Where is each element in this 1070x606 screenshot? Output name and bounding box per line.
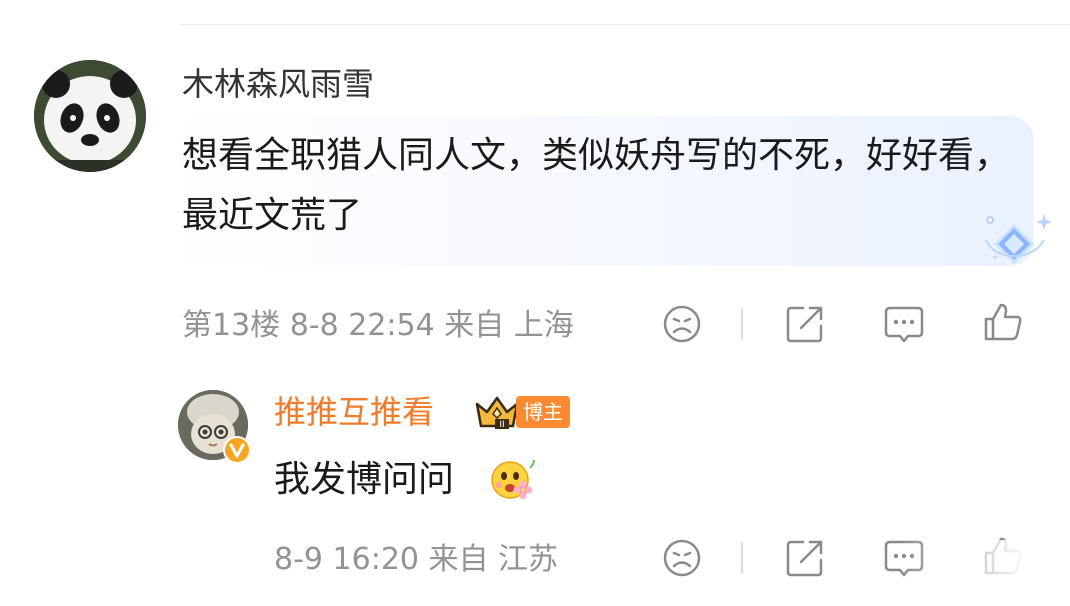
commenter-username[interactable]: 木林森风雨雪 bbox=[182, 64, 374, 104]
bottom-right-fade bbox=[900, 540, 1070, 606]
comment-text: 想看全职猎人同人文，类似妖舟写的不死，好好看，最近文荒了 bbox=[182, 135, 1011, 236]
sad-face-icon[interactable] bbox=[660, 302, 704, 346]
comment-meta: 第13楼 8-8 22:54 来自 上海 bbox=[182, 308, 574, 343]
sad-face-icon[interactable] bbox=[660, 536, 704, 580]
action-separator bbox=[741, 542, 743, 574]
like-icon[interactable] bbox=[981, 300, 1025, 344]
flower-emoji-icon bbox=[491, 459, 535, 500]
action-separator bbox=[741, 308, 743, 340]
share-icon[interactable] bbox=[783, 536, 827, 580]
top-divider bbox=[180, 24, 1070, 25]
commenter-avatar[interactable] bbox=[34, 60, 146, 172]
comment-icon[interactable] bbox=[882, 302, 926, 346]
reply-text: 我发博问问 bbox=[274, 459, 455, 500]
crown-icon: II bbox=[475, 396, 519, 430]
blogger-badge: 博主 bbox=[516, 396, 570, 428]
diamond-decoration-icon bbox=[985, 214, 1052, 265]
verified-badge-icon bbox=[223, 436, 251, 464]
svg-text:II: II bbox=[499, 420, 504, 430]
share-icon[interactable] bbox=[783, 302, 827, 346]
replier-username[interactable]: 推推互推看 bbox=[274, 392, 434, 432]
reply-meta: 8-9 16:20 来自 江苏 bbox=[274, 542, 559, 577]
